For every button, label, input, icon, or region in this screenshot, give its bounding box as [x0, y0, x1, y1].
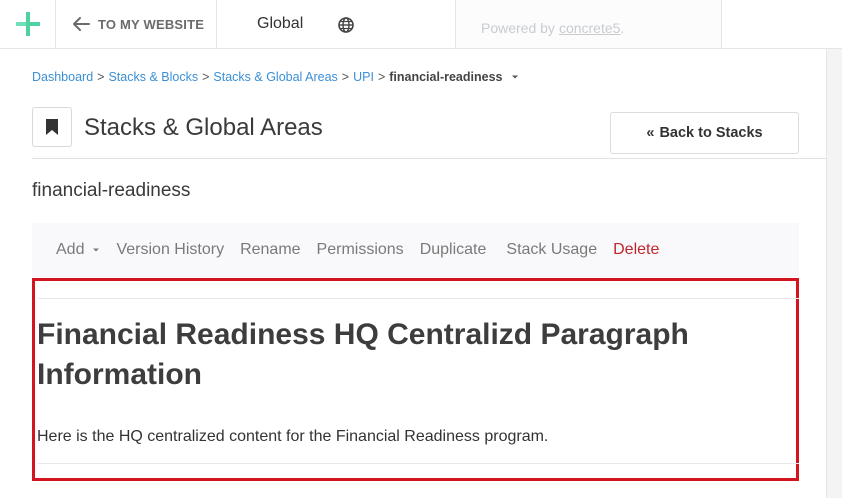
top-toolbar: TO MY WEBSITE Global Powered by concrete…: [0, 0, 842, 49]
global-label: Global: [257, 15, 304, 32]
double-chevron-left-icon: «: [646, 125, 655, 141]
menu-add[interactable]: Add: [56, 241, 100, 259]
global-areas-button[interactable]: Global: [217, 0, 455, 48]
back-to-stacks-button[interactable]: « Back to Stacks: [610, 112, 799, 154]
breadcrumb-separator: >: [341, 70, 350, 84]
back-to-stacks-label: Back to Stacks: [659, 125, 763, 141]
powered-by-suffix: .: [620, 20, 625, 36]
content-heading: Financial Readiness HQ Centralizd Paragr…: [37, 318, 689, 391]
menu-delete[interactable]: Delete: [613, 241, 659, 259]
content-divider-top: [38, 298, 799, 299]
breadcrumb-stacks-global-areas[interactable]: Stacks & Global Areas: [213, 70, 337, 84]
menu-rename[interactable]: Rename: [240, 241, 300, 259]
breadcrumb-stacks-blocks[interactable]: Stacks & Blocks: [108, 70, 198, 84]
powered-by-prefix: Powered by: [481, 20, 555, 36]
breadcrumb-separator: >: [202, 70, 210, 84]
plus-logo-icon: [15, 12, 40, 36]
to-my-website-button[interactable]: TO MY WEBSITE: [56, 0, 217, 48]
breadcrumb-upi[interactable]: UPI: [353, 70, 374, 84]
caret-down-icon: [93, 248, 100, 252]
page-icon: [32, 107, 72, 147]
breadcrumb-current: financial-readiness: [389, 70, 503, 84]
arrow-left-icon: [73, 17, 90, 31]
powered-by: Powered by concrete5 .: [455, 0, 722, 48]
menu-version-history[interactable]: Version History: [116, 241, 224, 259]
menu-add-label: Add: [56, 241, 85, 258]
page-title: Stacks & Global Areas: [84, 114, 323, 141]
to-my-website-label: TO MY WEBSITE: [98, 16, 205, 32]
concrete5-link[interactable]: concrete5: [559, 20, 620, 36]
menu-duplicate[interactable]: Duplicate: [420, 241, 487, 259]
stack-name: financial-readiness: [32, 180, 191, 201]
content-paragraph: Here is the HQ centralized content for t…: [37, 428, 549, 445]
menu-stack-usage[interactable]: Stack Usage: [506, 241, 597, 259]
globe-icon: [338, 17, 354, 33]
breadcrumb: Dashboard > Stacks & Blocks > Stacks & G…: [32, 70, 519, 84]
concrete-logo[interactable]: [0, 0, 56, 48]
bookmark-icon: [46, 119, 58, 135]
breadcrumb-separator: >: [377, 70, 386, 84]
scrollbar-gutter[interactable]: [826, 49, 842, 498]
caret-down-icon[interactable]: [511, 74, 519, 80]
breadcrumb-separator: >: [97, 70, 105, 84]
stack-menu-bar: Add Version History Rename Permissions D…: [32, 223, 799, 277]
stack-content-area[interactable]: Financial Readiness HQ Centralizd Paragr…: [32, 278, 799, 481]
content-divider-bottom: [38, 463, 799, 464]
header-divider: [32, 158, 826, 159]
breadcrumb-dashboard[interactable]: Dashboard: [32, 70, 93, 84]
menu-permissions[interactable]: Permissions: [317, 241, 404, 259]
